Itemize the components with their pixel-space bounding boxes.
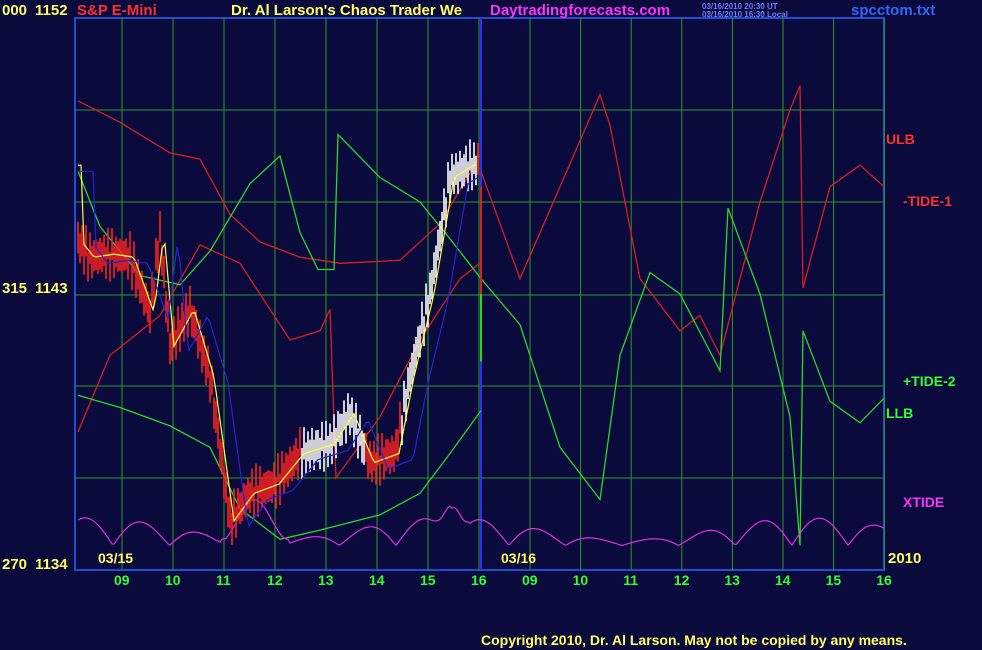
chart-title: Dr. Al Larson's Chaos Trader We <box>231 2 463 19</box>
mid-left-value: 315 <box>2 280 28 297</box>
hour-label-15: 16 <box>876 572 892 588</box>
hour-label-5: 14 <box>369 572 385 588</box>
llb-line <box>77 394 482 541</box>
tide1-line <box>480 85 885 358</box>
year-label: 2010 <box>888 550 922 567</box>
hour-label-9: 10 <box>572 572 589 588</box>
filename-label: spcctom.txt <box>851 2 936 19</box>
timestamp-block: 03/16/2010 20:30 UT 03/16/2010 16:30 Loc… <box>702 3 788 19</box>
top-price-label: 1152 <box>35 2 68 19</box>
hour-label-10: 11 <box>623 572 638 588</box>
hour-label-4: 13 <box>318 572 334 588</box>
tide1-label: -TIDE-1 <box>903 193 952 209</box>
hour-label-0: 09 <box>114 572 130 588</box>
hour-label-12: 13 <box>724 572 740 588</box>
website-label[interactable]: Daytradingforecasts.com <box>490 2 670 19</box>
hour-label-13: 14 <box>775 572 791 588</box>
bottom-left-value: 270 <box>2 556 28 573</box>
hour-label-6: 15 <box>420 572 436 588</box>
hour-label-14: 15 <box>825 572 842 588</box>
bottom-price-label: 1134 <box>35 556 68 573</box>
xtide-label: XTIDE <box>903 494 945 510</box>
mid-price-label: 1143 <box>35 280 68 297</box>
copyright-footer: Copyright 2010, Dr. Al Larson. May not b… <box>481 632 907 648</box>
llb-label: LLB <box>886 405 914 421</box>
hour-label-1: 10 <box>165 572 181 588</box>
hour-label-8: 09 <box>522 572 538 588</box>
ulb-line <box>77 100 481 264</box>
hour-label-2: 11 <box>216 572 231 588</box>
date-label-day2: 03/16 <box>501 550 537 566</box>
hour-label-7: 16 <box>471 572 487 588</box>
date-label-day1: 03/15 <box>98 550 134 566</box>
top-left-value: 000 <box>2 2 28 19</box>
hour-label-11: 12 <box>673 572 690 588</box>
timestamp-local: 03/16/2010 16:30 Local <box>702 10 788 19</box>
chart-plot <box>74 17 885 571</box>
ulb-label: ULB <box>886 131 915 147</box>
symbol-label: S&P E-Mini <box>77 2 157 19</box>
hour-label-3: 12 <box>267 572 283 588</box>
tide2-label: +TIDE-2 <box>903 373 956 389</box>
